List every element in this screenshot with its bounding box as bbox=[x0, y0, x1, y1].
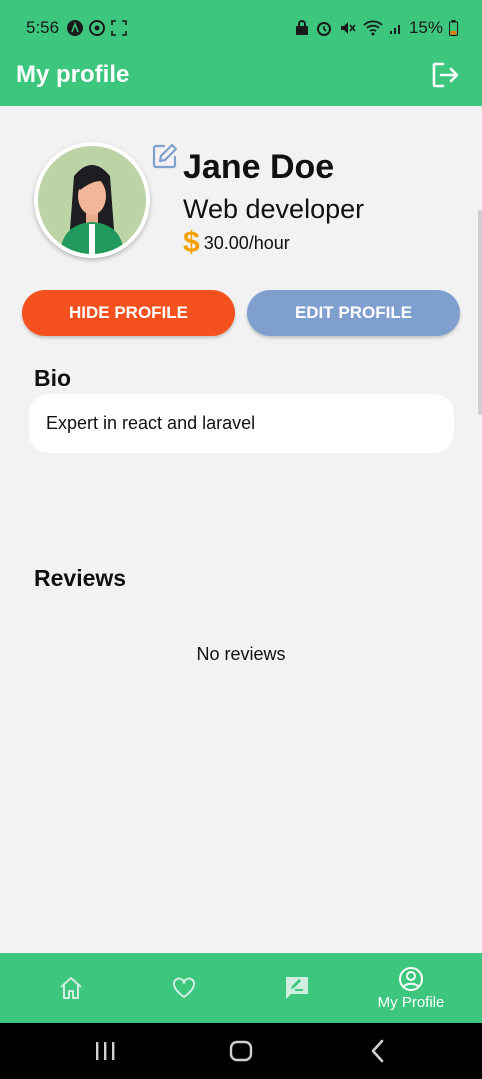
mute-icon bbox=[340, 22, 356, 34]
account-circle-icon bbox=[399, 966, 423, 991]
status-time: 5:56 bbox=[26, 18, 60, 37]
page-title: My profile bbox=[16, 61, 130, 88]
logout-icon[interactable] bbox=[430, 60, 460, 90]
dollar-icon: $ bbox=[183, 226, 200, 259]
profile-job-title: Web developer bbox=[183, 194, 365, 224]
battery-percent: 15% bbox=[408, 18, 443, 37]
sync-icon bbox=[89, 20, 105, 36]
back-icon[interactable] bbox=[368, 1039, 386, 1063]
nav-item-my-profile[interactable]: My Profile bbox=[366, 953, 456, 1023]
profile-name: Jane Doe bbox=[183, 148, 335, 186]
status-notification-icons bbox=[66, 19, 128, 37]
scrollbar[interactable] bbox=[478, 210, 482, 415]
app-bar: My profile bbox=[0, 56, 482, 106]
home-button-icon[interactable] bbox=[229, 1040, 253, 1062]
bio-card: Expert in react and laravel bbox=[29, 394, 454, 453]
rate-value: 30.00/hour bbox=[203, 232, 290, 253]
wifi-icon bbox=[363, 20, 383, 36]
bio-text: Expert in react and laravel bbox=[46, 413, 256, 433]
signal-icon bbox=[389, 25, 400, 34]
battery-icon bbox=[449, 20, 458, 36]
chat-edit-icon bbox=[286, 977, 308, 999]
edit-icon[interactable] bbox=[151, 142, 179, 170]
heart-icon bbox=[173, 977, 195, 998]
bottom-nav: My Profile bbox=[0, 953, 482, 1023]
edit-profile-button[interactable]: EDIT PROFILE bbox=[247, 290, 460, 336]
avatar[interactable] bbox=[34, 142, 150, 258]
profile-rate: $ 30.00/hour bbox=[183, 228, 290, 258]
app-notification-icon bbox=[67, 20, 83, 36]
lock-icon bbox=[295, 20, 308, 35]
recent-apps-icon[interactable] bbox=[94, 1040, 116, 1062]
status-bar: 5:56 15% bbox=[0, 0, 482, 56]
status-system-icons: 15% bbox=[295, 18, 458, 38]
alarm-icon bbox=[316, 22, 331, 36]
screenshot-icon bbox=[111, 20, 127, 36]
reviews-heading: Reviews bbox=[34, 565, 127, 591]
nav-label-my-profile: My Profile bbox=[377, 993, 445, 1011]
hide-profile-button[interactable]: HIDE PROFILE bbox=[22, 290, 235, 336]
home-icon bbox=[60, 977, 82, 999]
no-reviews-text: No reviews bbox=[196, 644, 286, 664]
system-nav-bar bbox=[0, 1023, 482, 1079]
nav-item-favorites[interactable] bbox=[154, 953, 214, 1023]
bio-heading: Bio bbox=[34, 365, 72, 391]
avatar-image bbox=[38, 146, 146, 254]
nav-item-messages[interactable] bbox=[267, 953, 327, 1023]
nav-item-home[interactable] bbox=[41, 953, 101, 1023]
